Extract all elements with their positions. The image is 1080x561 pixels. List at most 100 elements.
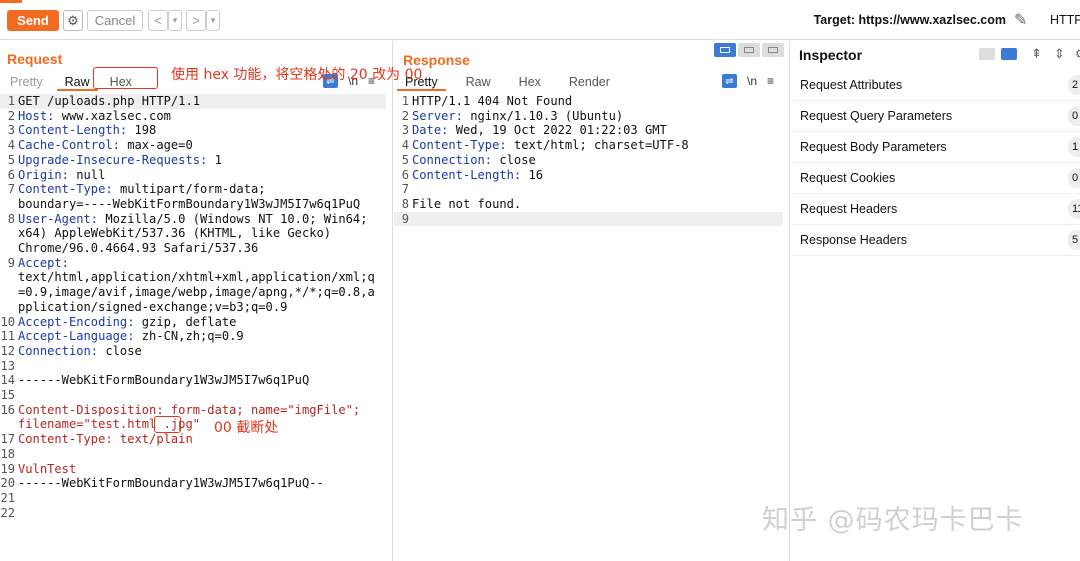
code-line: 10 Accept-Encoding: gzip, deflate	[0, 315, 386, 330]
layout-top-bottom-icon[interactable]	[738, 43, 760, 57]
http-label[interactable]: HTTP	[1050, 13, 1080, 27]
header-key: Accept-Language:	[18, 329, 142, 344]
line-number: 7	[401, 182, 409, 197]
pencil-icon[interactable]: ✎	[1014, 10, 1027, 30]
code-text: 1	[214, 152, 222, 167]
inspector-row[interactable]: Request Body Parameters 1	[791, 132, 1080, 163]
line-text: File not found.	[412, 197, 783, 212]
inspector-row-label: Request Body Parameters	[800, 140, 947, 154]
code-line: 4 Cache-Control: max-age=0	[0, 138, 386, 153]
wrap-icon[interactable]: ⇌	[722, 74, 737, 88]
line-number: 2	[7, 108, 15, 123]
line-number: 18	[0, 446, 15, 461]
code-line: 17 Content-Type: text/plain	[0, 432, 386, 447]
code-line: 4 Content-Type: text/html; charset=UTF-8	[394, 138, 783, 153]
list-view-icon[interactable]	[979, 48, 995, 60]
line-text: Host: www.xazlsec.com	[18, 109, 386, 124]
inspector-row-label: Request Cookies	[800, 171, 896, 185]
code-text: null	[76, 167, 106, 182]
code-line: 6 Origin: null	[0, 168, 386, 183]
forward-history-icon[interactable]: ▾	[206, 10, 220, 31]
inspector-row[interactable]: Request Query Parameters 0	[791, 101, 1080, 132]
line-number: 20	[0, 476, 15, 491]
layout-toggle	[714, 43, 784, 57]
gear-icon[interactable]: ⚙	[63, 10, 83, 31]
tab-request-raw[interactable]: Raw	[56, 73, 98, 91]
line-number: 19	[0, 461, 15, 476]
back-icon[interactable]: <	[148, 10, 168, 31]
inspector-row[interactable]: Request Headers 11	[791, 194, 1080, 225]
layout-tabs-icon[interactable]	[762, 43, 784, 57]
target-label: Target: https://www.xazlsec.com	[813, 13, 1006, 27]
request-editor[interactable]: 1 GET /uploads.php HTTP/1.1 2 Host: www.xaz…	[0, 94, 386, 520]
line-number: 21	[0, 490, 15, 505]
line-number: 1	[7, 94, 15, 108]
line-text: Connection: close	[18, 344, 386, 359]
line-number: 16	[0, 402, 15, 417]
code-text: pplication/signed-exchange;v=b3;q=0.9	[18, 299, 288, 314]
code-line: 22	[0, 506, 386, 521]
code-line: 1 GET /uploads.php HTTP/1.1	[0, 94, 386, 109]
line-text: ------WebKitFormBoundary1W3wJM5I7w6q1PuQ	[18, 373, 386, 388]
menu-icon[interactable]: ≡	[767, 74, 774, 88]
code-line: 5 Upgrade-Insecure-Requests: 1	[0, 153, 386, 168]
back-history-icon[interactable]: ▾	[168, 10, 182, 31]
align-top-icon[interactable]: ⇞	[1031, 46, 1042, 62]
inspector-row-count: 1	[1068, 137, 1080, 157]
line-number: 4	[401, 138, 409, 153]
code-text: ------WebKitFormBoundary1W3wJM5I7w6q1PuQ	[18, 373, 310, 388]
line-text: Chrome/96.0.4664.93 Safari/537.36	[18, 241, 386, 256]
response-editor[interactable]: 1 HTTP/1.1 404 Not Found 2 Server: nginx/1.…	[394, 94, 783, 227]
inspector-list: Request Attributes 2 Request Query Paramet…	[791, 70, 1080, 256]
code-line: 11 Accept-Language: zh-CN,zh;q=0.9	[0, 329, 386, 344]
layout-side-by-side-icon[interactable]	[714, 43, 736, 57]
code-line: 21	[0, 491, 386, 506]
header-key: Origin:	[18, 167, 77, 182]
code-line: 20 ------WebKitFormBoundary1W3wJM5I7w6q1P…	[0, 476, 386, 491]
response-pane: Response Pretty Raw Hex Render ⇌ \n ≡ 1H…	[394, 41, 790, 561]
code-line: 7 Content-Type: multipart/form-data;	[0, 182, 386, 197]
tab-response-render[interactable]: Render	[561, 73, 618, 91]
align-center-icon[interactable]: ⇕	[1054, 46, 1065, 62]
code-line: 9 Accept:	[0, 256, 386, 271]
line-text: x64) AppleWebKit/537.36 (KHTML, like Gec…	[18, 226, 386, 241]
code-line: 19 VulnTest	[0, 462, 386, 477]
newline-toggle[interactable]: \n	[747, 74, 757, 88]
code-text: Wed, 19 Oct 2022 01:22:03 GMT	[455, 123, 667, 138]
line-text: Content-Type: multipart/form-data;	[18, 182, 386, 197]
inspector-row[interactable]: Response Headers 5	[791, 225, 1080, 256]
toolbar: Send ⚙ Cancel < ▾ > ▾ Target: https://ww…	[0, 0, 1080, 40]
tab-response-hex[interactable]: Hex	[511, 73, 549, 91]
line-text: Content-Disposition: form-data; name="im…	[18, 403, 386, 418]
line-number	[0, 197, 18, 212]
header-key: Upgrade-Insecure-Requests:	[18, 152, 215, 167]
code-text: HTTP/1.1 404 Not Found	[412, 94, 573, 108]
panel-view-icon[interactable]	[1001, 48, 1017, 60]
code-line: 2 Host: www.xazlsec.com	[0, 109, 386, 124]
inspector-row[interactable]: Request Cookies 0	[791, 163, 1080, 194]
gear-icon[interactable]: ⚙	[1075, 46, 1080, 62]
line-number: 1	[401, 94, 409, 108]
header-key: Content-Length:	[412, 167, 529, 182]
code-text: Content-Disposition: form-data; name="im…	[18, 402, 361, 417]
tab-request-pretty[interactable]: Pretty	[0, 73, 51, 91]
code-text: zh-CN,zh;q=0.9	[141, 329, 244, 344]
code-text: File not found.	[412, 196, 522, 211]
inspector-row[interactable]: Request Attributes 2	[791, 70, 1080, 101]
cancel-button[interactable]: Cancel	[87, 10, 143, 31]
forward-icon[interactable]: >	[186, 10, 206, 31]
hex-annotation: 使用 hex 功能，将空格处的 20 改为 00	[171, 67, 423, 83]
line-number: 22	[0, 505, 15, 520]
code-text: close	[105, 343, 142, 358]
tab-response-raw[interactable]: Raw	[458, 73, 499, 91]
line-number: 15	[0, 388, 15, 403]
line-number: 9	[7, 255, 15, 270]
line-text: filename="test.html .jpg"	[18, 417, 386, 432]
line-number	[0, 300, 18, 315]
watermark: 知乎 @码农玛卡巴卡	[762, 505, 1024, 536]
header-key: Accept-Encoding:	[18, 314, 142, 329]
line-number: 7	[7, 182, 15, 197]
code-line: 12 Connection: close	[0, 344, 386, 359]
inspector-row-count: 0	[1068, 106, 1080, 126]
send-button[interactable]: Send	[7, 10, 59, 31]
